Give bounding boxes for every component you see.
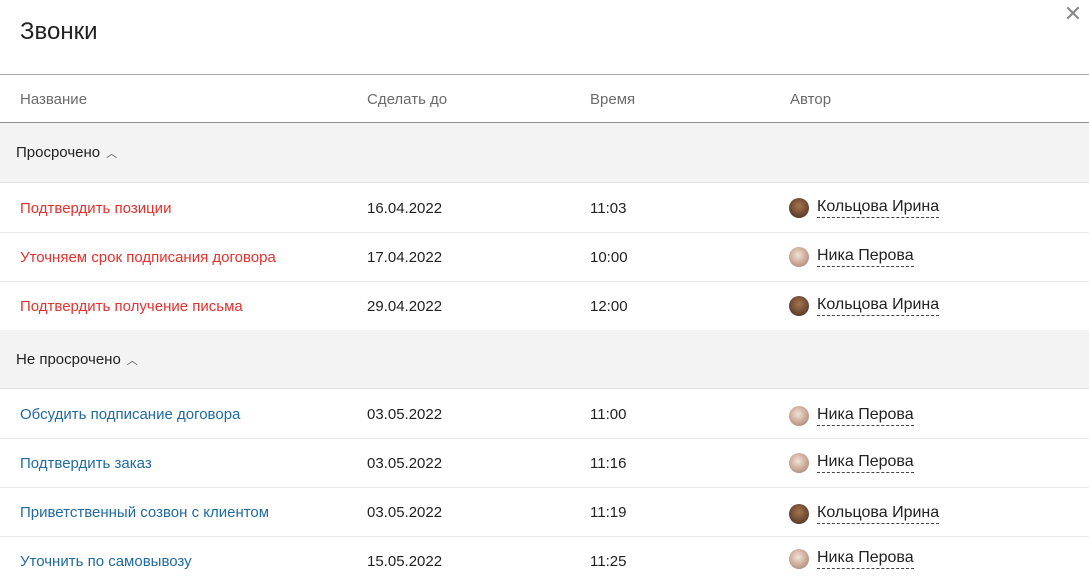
avatar [789, 453, 809, 473]
due-time: 11:19 [590, 504, 627, 521]
avatar [789, 504, 809, 524]
call-name-link[interactable]: Уточняем срок подписания договора [20, 249, 276, 266]
due-time: 11:16 [590, 455, 627, 472]
due-date: 03.05.2022 [367, 504, 443, 521]
author-link[interactable]: Кольцова Ирина [817, 504, 940, 524]
due-time: 12:00 [590, 298, 628, 315]
due-date: 16.04.2022 [367, 200, 443, 217]
author-link[interactable]: Ника Перова [817, 406, 914, 426]
avatar [789, 198, 809, 218]
table-row[interactable]: Уточнить по самовывозу 15.05.2022 11:25 … [0, 537, 1089, 585]
table-row[interactable]: Уточняем срок подписания договора 17.04.… [0, 233, 1089, 282]
author-link[interactable]: Ника Перова [817, 453, 914, 473]
call-name-link[interactable]: Уточнить по самовывозу [20, 553, 192, 570]
due-date: 03.05.2022 [367, 455, 443, 472]
group-overdue[interactable]: Просрочено ︿ [0, 123, 1089, 183]
chevron-up-icon[interactable]: ︿ [106, 145, 117, 161]
avatar [789, 406, 809, 426]
call-name-link[interactable]: Подтвердить получение письма [20, 298, 243, 315]
call-name-link[interactable]: Приветственный созвон с клиентом [20, 504, 269, 521]
call-name-link[interactable]: Обсудить подписание договора [20, 406, 240, 423]
table-row[interactable]: Приветственный созвон с клиентом 03.05.2… [0, 488, 1089, 537]
author-link[interactable]: Кольцова Ирина [817, 296, 940, 316]
due-date: 29.04.2022 [367, 298, 443, 315]
call-name-link[interactable]: Подтвердить позиции [20, 200, 171, 217]
due-time: 11:00 [590, 406, 627, 423]
group-label: Просрочено [16, 144, 101, 161]
author-link[interactable]: Кольцова Ирина [817, 198, 940, 218]
group-label: Не просрочено [16, 351, 121, 368]
column-header-due-date[interactable]: Сделать до [367, 91, 447, 108]
due-date: 15.05.2022 [367, 553, 443, 570]
due-time: 11:25 [590, 553, 627, 570]
due-time: 11:03 [590, 200, 627, 217]
due-date: 17.04.2022 [367, 249, 443, 266]
avatar [789, 247, 809, 267]
page-title: Звонки [20, 18, 98, 45]
author-link[interactable]: Ника Перова [817, 247, 914, 267]
author-link[interactable]: Ника Перова [817, 549, 914, 569]
due-time: 10:00 [590, 249, 628, 266]
table-row[interactable]: Подтвердить позиции 16.04.2022 11:03 Кол… [0, 184, 1089, 233]
column-header-name[interactable]: Название [20, 91, 87, 108]
due-date: 03.05.2022 [367, 406, 443, 423]
column-header-author[interactable]: Автор [790, 91, 831, 108]
close-icon[interactable]: ✕ [1063, 3, 1083, 25]
table-row[interactable]: Подтвердить заказ 03.05.2022 11:16 Ника … [0, 439, 1089, 488]
table-row[interactable]: Обсудить подписание договора 03.05.2022 … [0, 390, 1089, 439]
table-header: Название Сделать до Время Автор [0, 75, 1089, 123]
column-header-time[interactable]: Время [590, 91, 635, 108]
group-not-overdue[interactable]: Не просрочено ︿ [0, 330, 1089, 389]
table-row[interactable]: Подтвердить получение письма 29.04.2022 … [0, 282, 1089, 331]
call-name-link[interactable]: Подтвердить заказ [20, 455, 152, 472]
avatar [789, 296, 809, 316]
chevron-up-icon[interactable]: ︿ [127, 352, 138, 368]
avatar [789, 549, 809, 569]
